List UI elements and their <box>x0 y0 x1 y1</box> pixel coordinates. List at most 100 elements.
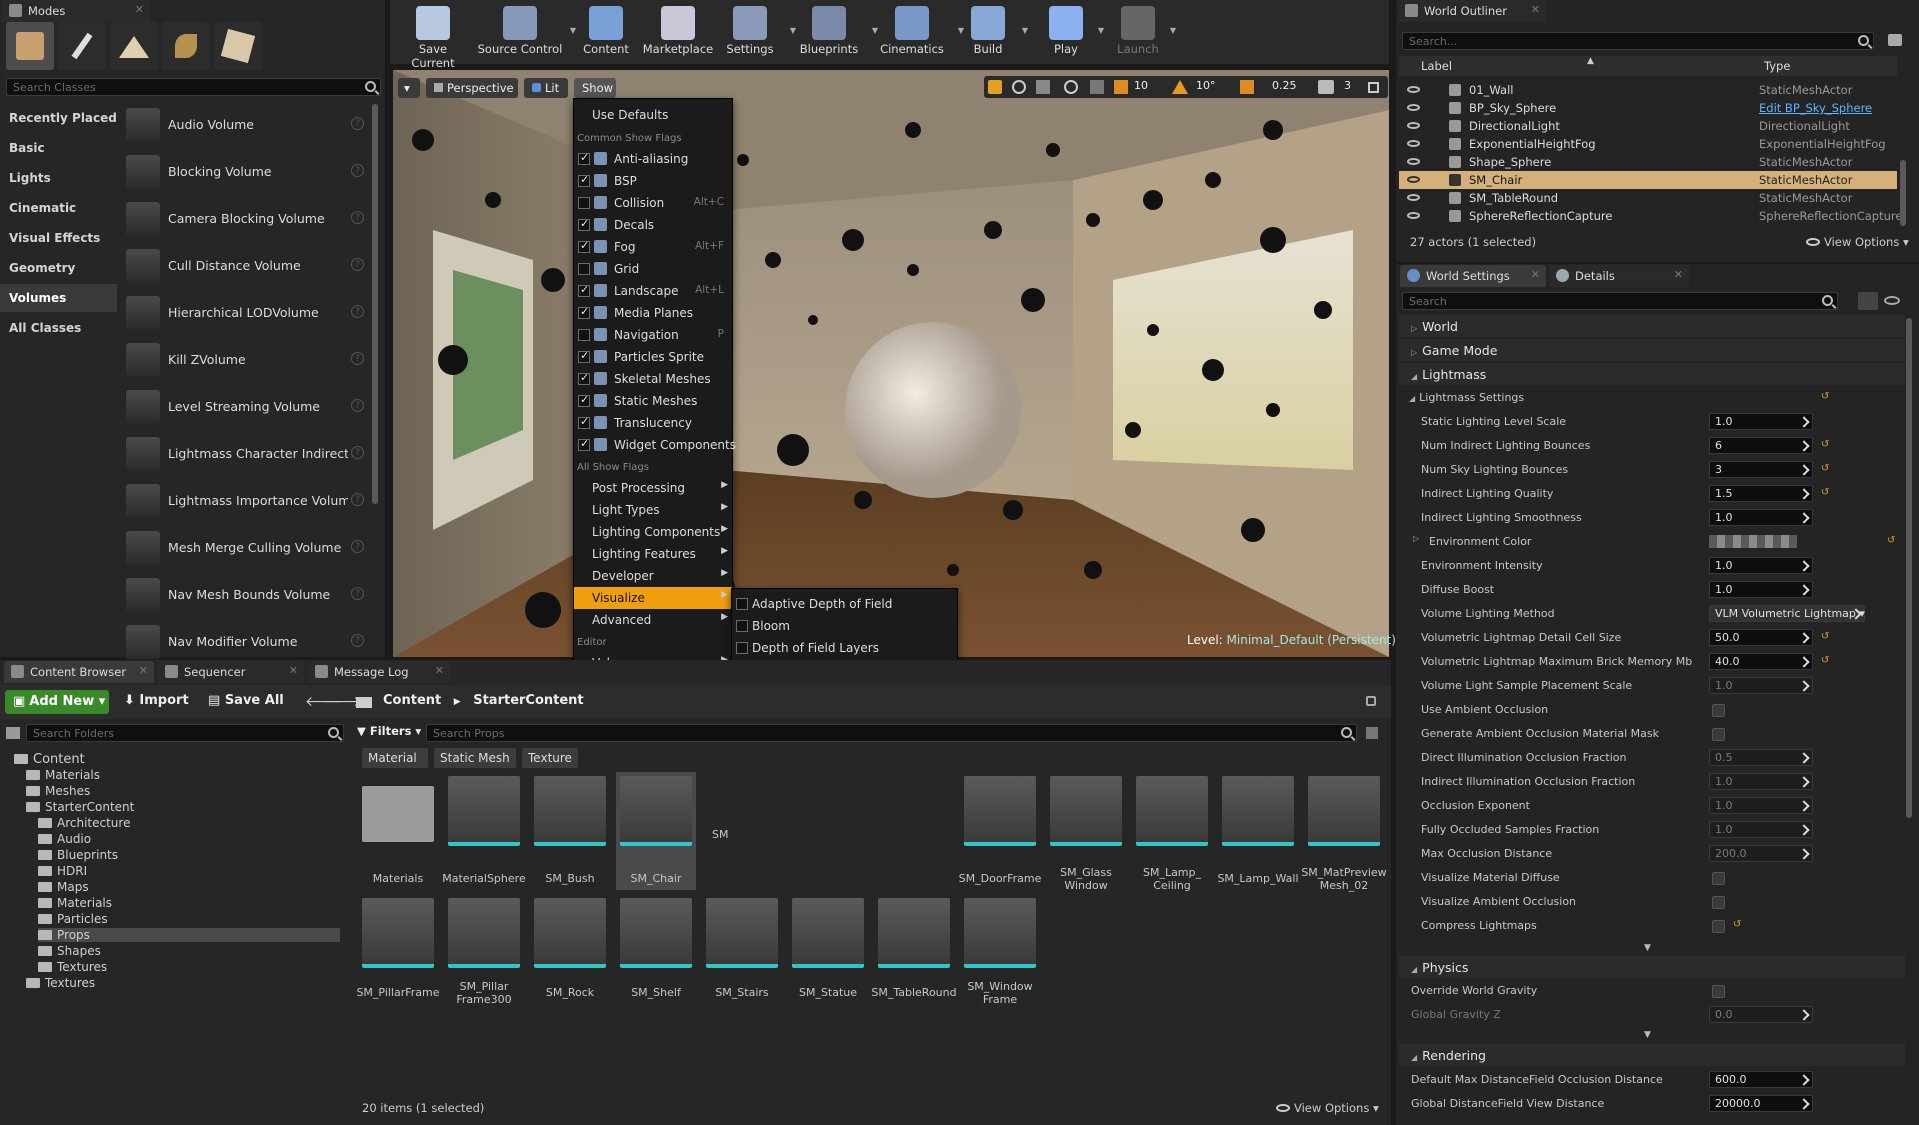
dropdown-arrow-icon[interactable]: ▼ <box>570 26 576 35</box>
placeable-nav-modifier-volume[interactable]: Nav Modifier Volume? <box>124 620 364 664</box>
property-value-field[interactable]: 20000.0 <box>1709 1095 1813 1112</box>
property-value-field[interactable]: 600.0 <box>1709 1071 1813 1088</box>
help-icon[interactable]: ? <box>351 399 364 412</box>
tab-world-outliner[interactable]: World Outliner ✕ <box>1398 0 1546 22</box>
property-value-field[interactable]: 1.0 <box>1709 821 1813 838</box>
filter-chip-material[interactable]: Material <box>362 748 428 768</box>
column-type-header[interactable]: Type <box>1764 59 1790 73</box>
foliage-mode-button[interactable] <box>162 22 210 70</box>
filter-options-icon[interactable] <box>1366 727 1378 739</box>
checkbox[interactable] <box>578 393 590 407</box>
asset-tile[interactable]: SM_Pillar Frame300 <box>444 894 524 1012</box>
marketplace-button[interactable]: Marketplace <box>640 0 716 62</box>
asset-tile[interactable]: SM_Chair <box>616 772 696 890</box>
folder-audio[interactable]: Audio <box>38 832 91 846</box>
tab-sequencer[interactable]: Sequencer ✕ <box>158 661 304 683</box>
placeable-nav-mesh-bounds-volume[interactable]: Nav Mesh Bounds Volume? <box>124 573 364 617</box>
placeable-lightmass-importance-volume[interactable]: Lightmass Importance Volume? <box>124 479 364 523</box>
reset-to-default-icon[interactable]: ↺ <box>1821 391 1829 402</box>
folder-architecture[interactable]: Architecture <box>38 816 130 830</box>
launch-button[interactable]: Launch ▼ <box>1112 0 1176 62</box>
build-button[interactable]: Build ▼ <box>960 0 1028 62</box>
help-icon[interactable]: ? <box>351 634 364 647</box>
outliner-row[interactable]: BP_Sky_Sphere Edit BP_Sky_Sphere <box>1399 99 1897 117</box>
outliner-row[interactable]: ExponentialHeightFog ExponentialHeightFog <box>1399 135 1897 153</box>
expand-arrow-icon[interactable]: ▷ <box>1413 534 1419 543</box>
actor-type[interactable]: Edit BP_Sky_Sphere <box>1759 101 1872 115</box>
checkbox[interactable] <box>578 437 590 451</box>
close-icon[interactable]: ✕ <box>1531 3 1540 16</box>
lit-button[interactable]: Lit <box>524 78 568 98</box>
asset-tile[interactable]: SM_Stairs <box>702 894 782 1012</box>
asset-tile[interactable]: SM_DoorFrame <box>959 772 1041 890</box>
perspective-button[interactable]: Perspective <box>426 78 518 98</box>
help-icon[interactable]: ? <box>351 352 364 365</box>
property-value-field[interactable]: 1.0 <box>1709 797 1813 814</box>
help-icon[interactable]: ? <box>351 493 364 506</box>
checkbox[interactable] <box>578 173 590 187</box>
collapse-arrow-icon[interactable]: ▼ <box>1644 943 1651 953</box>
show-flag-navigation[interactable]: Navigation P <box>574 324 732 346</box>
add-new-button[interactable]: ▣ Add New ▾ <box>5 690 109 714</box>
checkbox[interactable] <box>578 371 590 385</box>
show-flag-translucency[interactable]: Translucency <box>574 412 732 434</box>
outliner-view-options[interactable]: View Options ▾ <box>1806 235 1909 249</box>
rotation-snap-value[interactable]: 10° <box>1196 79 1216 92</box>
translate-icon[interactable] <box>988 80 1002 94</box>
folder-materials[interactable]: Materials <box>26 768 100 782</box>
close-icon[interactable]: ✕ <box>289 664 298 677</box>
details-scrollbar[interactable] <box>1906 318 1912 818</box>
tab-world-settings[interactable]: World Settings ✕ <box>1400 265 1546 287</box>
placeable-mesh-merge-culling-volume[interactable]: Mesh Merge Culling Volume? <box>124 526 364 570</box>
visibility-options-icon[interactable] <box>1884 296 1900 305</box>
tab-details[interactable]: Details ✕ <box>1549 265 1689 287</box>
help-icon[interactable]: ? <box>351 164 364 177</box>
lightmass-settings-group[interactable]: ◢ Lightmass Settings ↺ <box>1399 386 1905 410</box>
outliner-row[interactable]: SphereReflectionCapture SphereReflectionC… <box>1399 207 1902 225</box>
property-value-field[interactable]: 1.0 <box>1709 557 1813 574</box>
show-flag-landscape[interactable]: Landscape Alt+L <box>574 280 732 302</box>
outliner-search-input[interactable]: Search... <box>1402 32 1874 50</box>
checkbox[interactable] <box>578 329 590 341</box>
asset-tile[interactable]: SM_Bush <box>530 772 610 890</box>
details-search-input[interactable]: Search <box>1402 292 1838 310</box>
breadcrumb-content[interactable]: Content <box>383 693 441 708</box>
world-local-icon[interactable] <box>1064 80 1078 94</box>
category-lights[interactable]: Lights <box>0 164 117 192</box>
breadcrumb-starter-content[interactable]: StarterContent <box>473 693 583 708</box>
placeable-audio-volume[interactable]: Audio Volume? <box>124 103 364 147</box>
property-value-field[interactable]: 50.0 <box>1709 629 1813 646</box>
asset-tile[interactable]: SM_Rock <box>530 894 610 1012</box>
property-value-field[interactable]: 40.0 <box>1709 653 1813 670</box>
outliner-scrollbar[interactable] <box>1900 160 1906 226</box>
property-value-field[interactable]: 1.5 <box>1709 485 1813 502</box>
surface-snap-icon[interactable] <box>1090 80 1104 94</box>
grid-snap-icon[interactable] <box>1114 80 1128 94</box>
help-icon[interactable]: ? <box>351 540 364 553</box>
property-checkbox[interactable] <box>1712 896 1725 909</box>
checkbox[interactable] <box>578 305 590 319</box>
category-basic[interactable]: Basic <box>0 134 117 162</box>
visibility-eye-icon[interactable] <box>1407 212 1420 219</box>
help-icon[interactable]: ? <box>351 587 364 600</box>
folder-meshes[interactable]: Meshes <box>26 784 90 798</box>
reset-to-default-icon[interactable]: ↺ <box>1821 631 1829 642</box>
filter-chip-static-mesh[interactable]: Static Mesh <box>434 748 516 768</box>
category-recently-placed[interactable]: Recently Placed <box>0 104 117 132</box>
help-icon[interactable]: ? <box>351 258 364 271</box>
submenu-developer[interactable]: Developer ▶ <box>574 565 732 587</box>
property-value-field[interactable]: 6 <box>1709 437 1813 454</box>
tab-content-browser[interactable]: Content Browser ✕ <box>4 661 154 683</box>
column-label-header[interactable]: Label <box>1421 59 1452 73</box>
checkbox[interactable] <box>578 217 590 231</box>
placeable-camera-blocking-volume[interactable]: Camera Blocking Volume? <box>124 197 364 241</box>
show-flag-decals[interactable]: Decals <box>574 214 732 236</box>
category-geometry[interactable]: Geometry <box>0 254 117 282</box>
filter-chip-texture[interactable]: Texture <box>522 748 578 768</box>
section-world[interactable]: ▷ World <box>1399 315 1905 337</box>
cb-view-options[interactable]: View Options ▾ <box>1276 1101 1379 1115</box>
modes-scrollbar[interactable] <box>372 104 378 504</box>
submenu-visualize[interactable]: Visualize ▶ <box>574 587 732 609</box>
lock-icon[interactable] <box>1366 696 1376 706</box>
reset-to-default-icon[interactable]: ↺ <box>1821 439 1829 450</box>
